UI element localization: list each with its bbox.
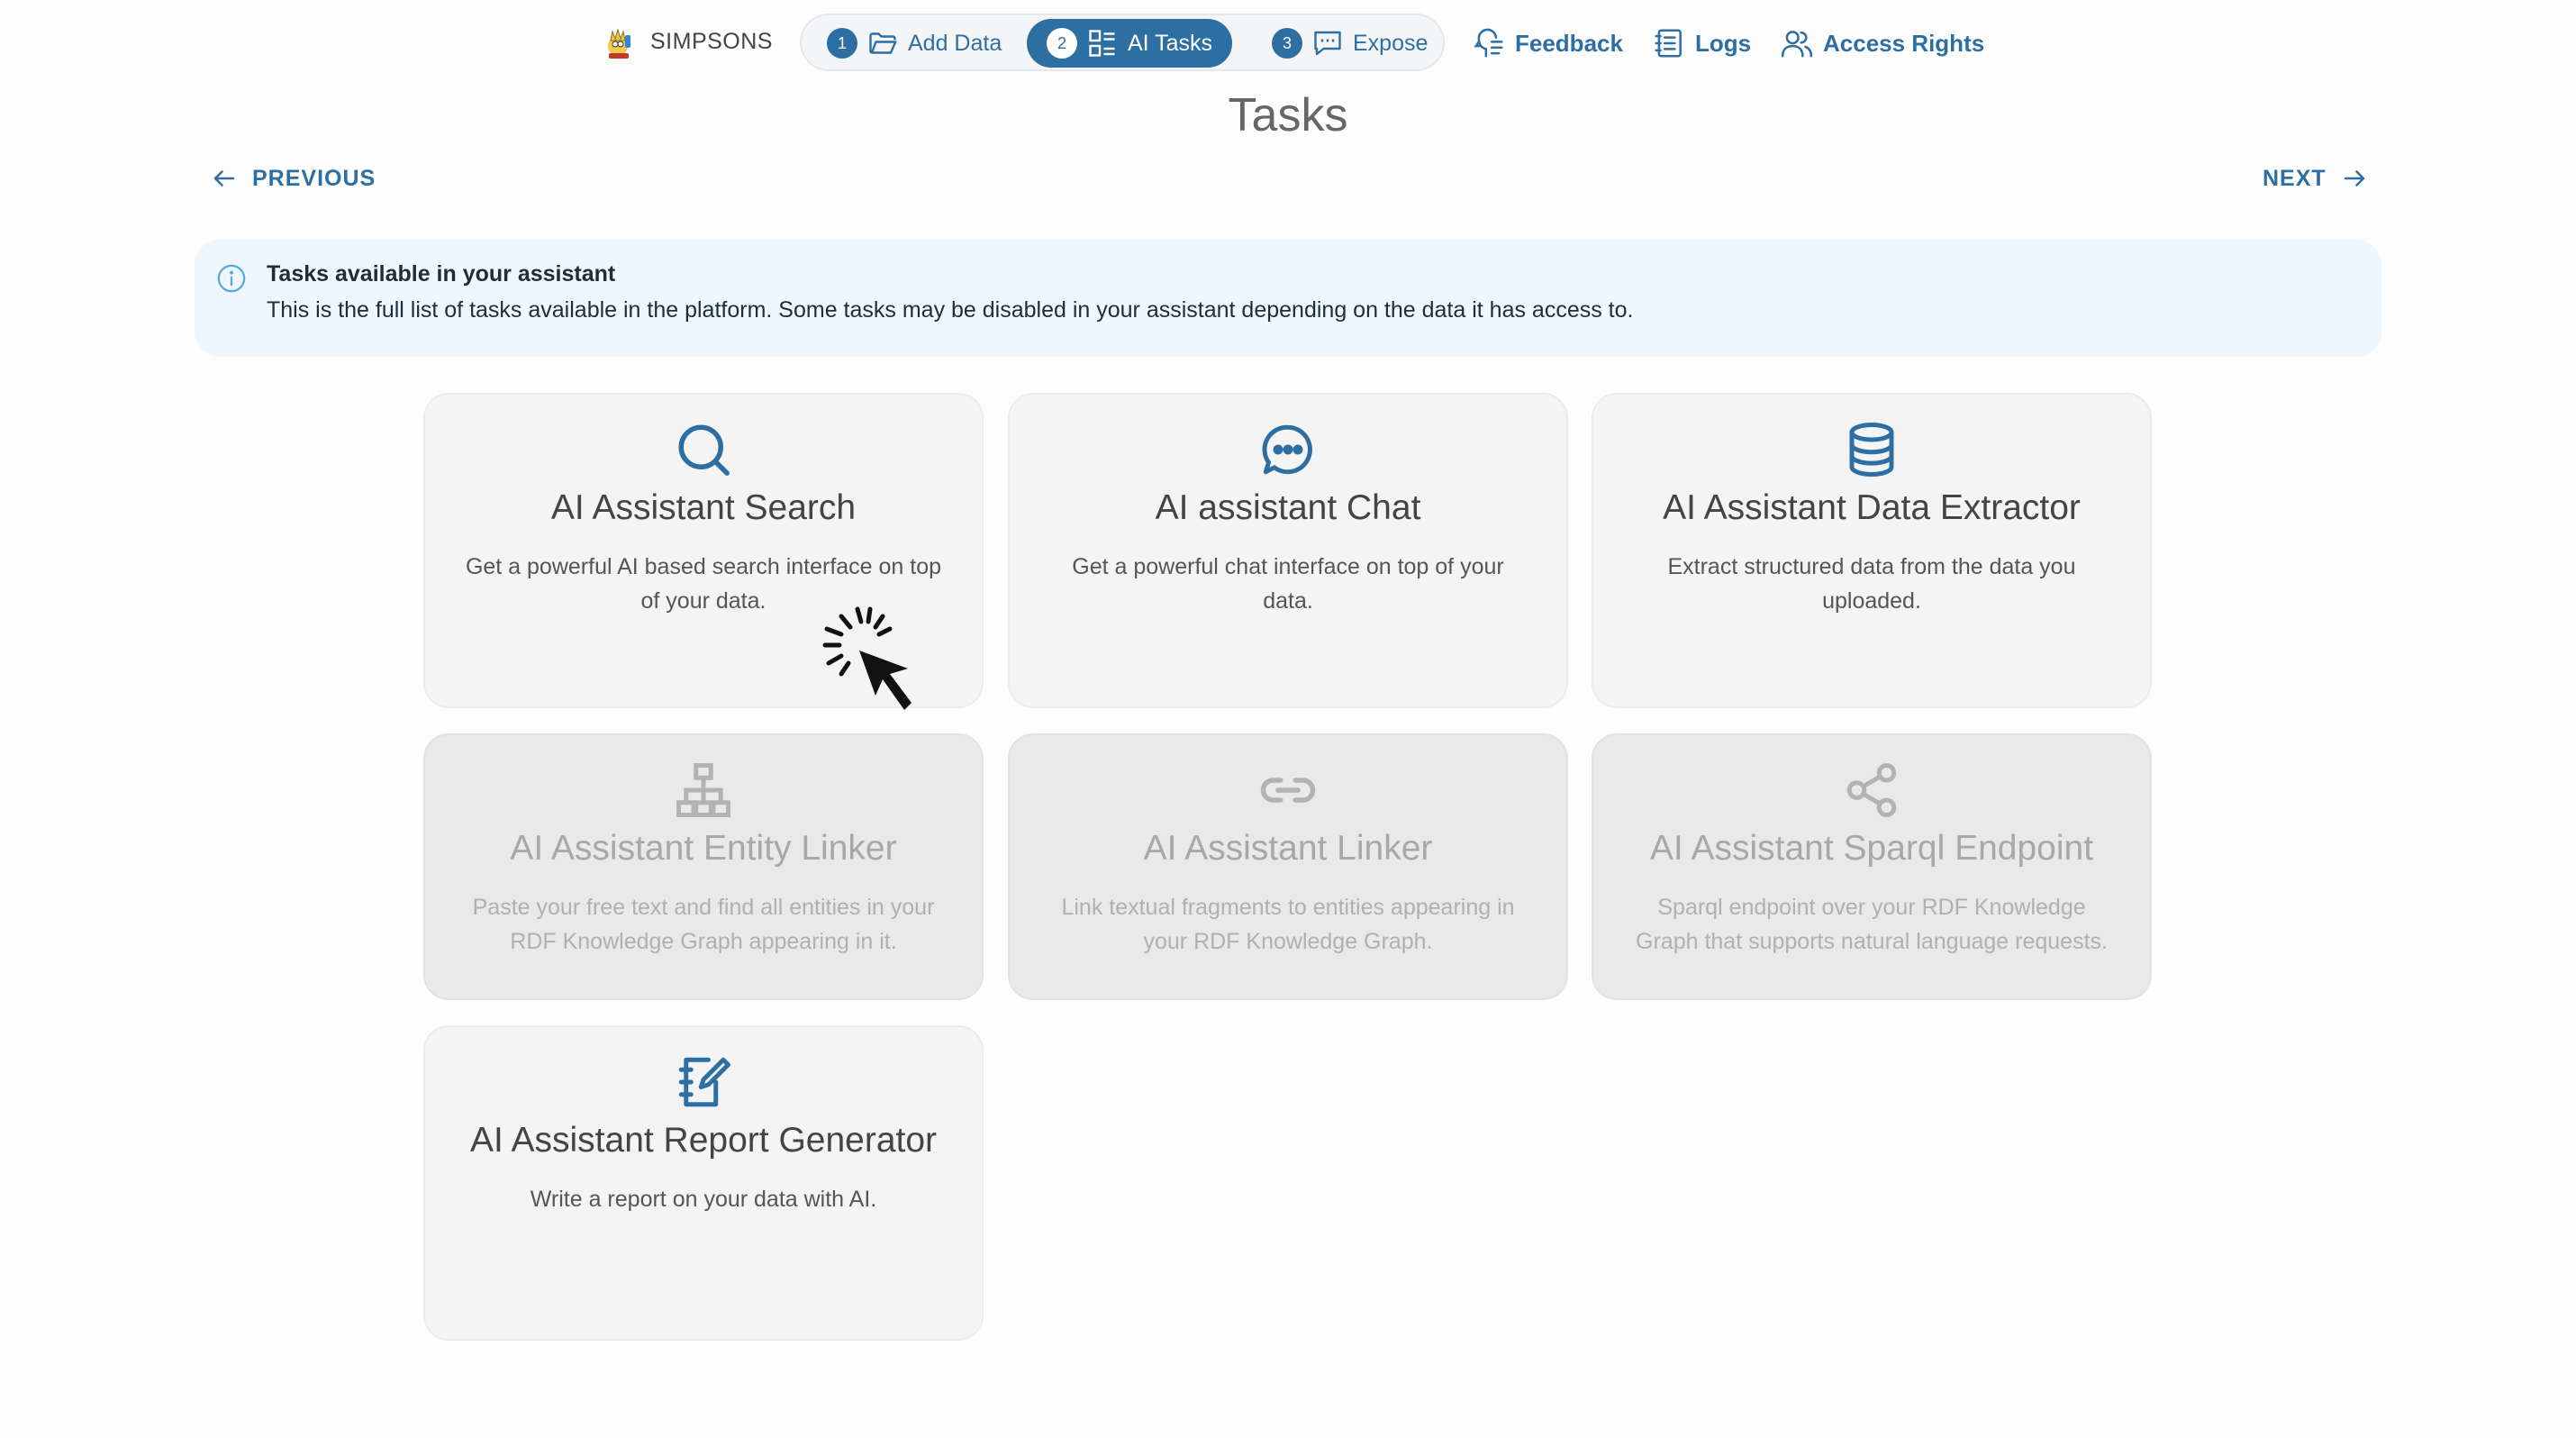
task-description: Write a report on your data with AI. (530, 1187, 877, 1212)
step-label: AI Tasks (1128, 30, 1213, 56)
step-ai-tasks[interactable]: 2 AI Tasks (1027, 19, 1233, 68)
top-bar: SIMPSONS 1 Add Data 2 AI Tasks 3 Expose … (0, 0, 2576, 86)
step-label: Expose (1353, 30, 1429, 56)
task-description: Paste your free text and find all entiti… (472, 895, 935, 954)
arrow-left-icon (213, 170, 235, 187)
task-description: Get a powerful chat interface on top of … (1072, 554, 1504, 614)
next-label: NEXT (2263, 165, 2327, 191)
workflow-stepper: 1 Add Data 2 AI Tasks 3 Expose (800, 14, 1445, 71)
access-rights-link[interactable]: Access Rights (1780, 23, 1984, 63)
logs-label: Logs (1695, 29, 1752, 57)
step-label: Add Data (908, 30, 1002, 56)
task-title: AI Assistant Search (550, 488, 857, 527)
task-card-ai-assistant-entity-linker[interactable]: AI Assistant Entity Linker Paste your fr… (423, 733, 984, 1000)
info-banner: Tasks available in your assistant This i… (195, 240, 2381, 357)
arrow-right-icon (2344, 170, 2364, 187)
task-title: AI Assistant Report Generator (469, 1121, 938, 1160)
step-number: 2 (1047, 28, 1077, 59)
brand-name: SIMPSONS (650, 28, 773, 54)
task-title: AI Assistant Entity Linker (510, 829, 897, 868)
simpsons-logo-icon (608, 28, 630, 59)
task-card-ai-assistant-chat[interactable]: AI assistant Chat Get a powerful chat in… (1008, 393, 1568, 708)
logs-link[interactable]: Logs (1652, 23, 1751, 63)
next-button[interactable]: NEXT (2263, 160, 2368, 196)
message-square-icon (1314, 31, 1341, 56)
access-rights-label: Access Rights (1823, 29, 1985, 57)
task-description: Link textual fragments to entities appea… (1061, 895, 1515, 954)
task-title: AI Assistant Linker (1143, 829, 1433, 868)
database-icon (1849, 423, 1894, 477)
step-expose[interactable]: 3 Expose (1252, 19, 1447, 68)
brand[interactable]: SIMPSONS (602, 22, 773, 61)
link-icon (1260, 778, 1316, 803)
info-heading: Tasks available in your assistant (267, 261, 616, 287)
previous-button[interactable]: PREVIOUS (211, 160, 376, 196)
task-card-ai-assistant-linker[interactable]: AI Assistant Linker Link textual fragmen… (1008, 733, 1568, 1000)
info-circle-icon (217, 264, 246, 293)
mouse-cursor-icon (822, 606, 912, 710)
task-card-ai-assistant-data-extractor[interactable]: AI Assistant Data Extractor Extract stru… (1592, 393, 2152, 708)
search-icon (678, 424, 730, 476)
step-number: 3 (1272, 28, 1302, 59)
info-text: This is the full list of tasks available… (267, 297, 1634, 323)
task-description: Extract structured data from the data yo… (1667, 554, 2076, 614)
task-title: AI Assistant Sparql Endpoint (1649, 829, 2094, 868)
previous-label: PREVIOUS (252, 165, 376, 191)
task-title: AI Assistant Data Extractor (1663, 488, 2081, 527)
users-icon (1781, 31, 1813, 58)
page-title: Tasks (1228, 89, 1348, 141)
chat-bubble-icon (1262, 424, 1312, 475)
notebook-edit-icon (678, 1057, 730, 1107)
step-number: 1 (827, 28, 857, 59)
feedback-label: Feedback (1515, 29, 1623, 57)
share-icon (1846, 763, 1897, 817)
folder-icon (869, 32, 897, 54)
logs-icon (1655, 29, 1682, 58)
task-card-ai-assistant-sparql-endpoint[interactable]: AI Assistant Sparql Endpoint Sparql endp… (1592, 733, 2152, 1000)
task-list-icon (1089, 30, 1115, 57)
step-add-data[interactable]: 1 Add Data (807, 19, 1021, 68)
feedback-icon (1474, 28, 1503, 58)
task-description: Sparql endpoint over your RDF Knowledge … (1636, 895, 2108, 954)
feedback-link[interactable]: Feedback (1472, 23, 1623, 63)
hierarchy-icon (676, 763, 730, 817)
task-title: AI assistant Chat (1155, 488, 1421, 527)
task-card-ai-assistant-report-generator[interactable]: AI Assistant Report Generator Write a re… (423, 1025, 984, 1341)
